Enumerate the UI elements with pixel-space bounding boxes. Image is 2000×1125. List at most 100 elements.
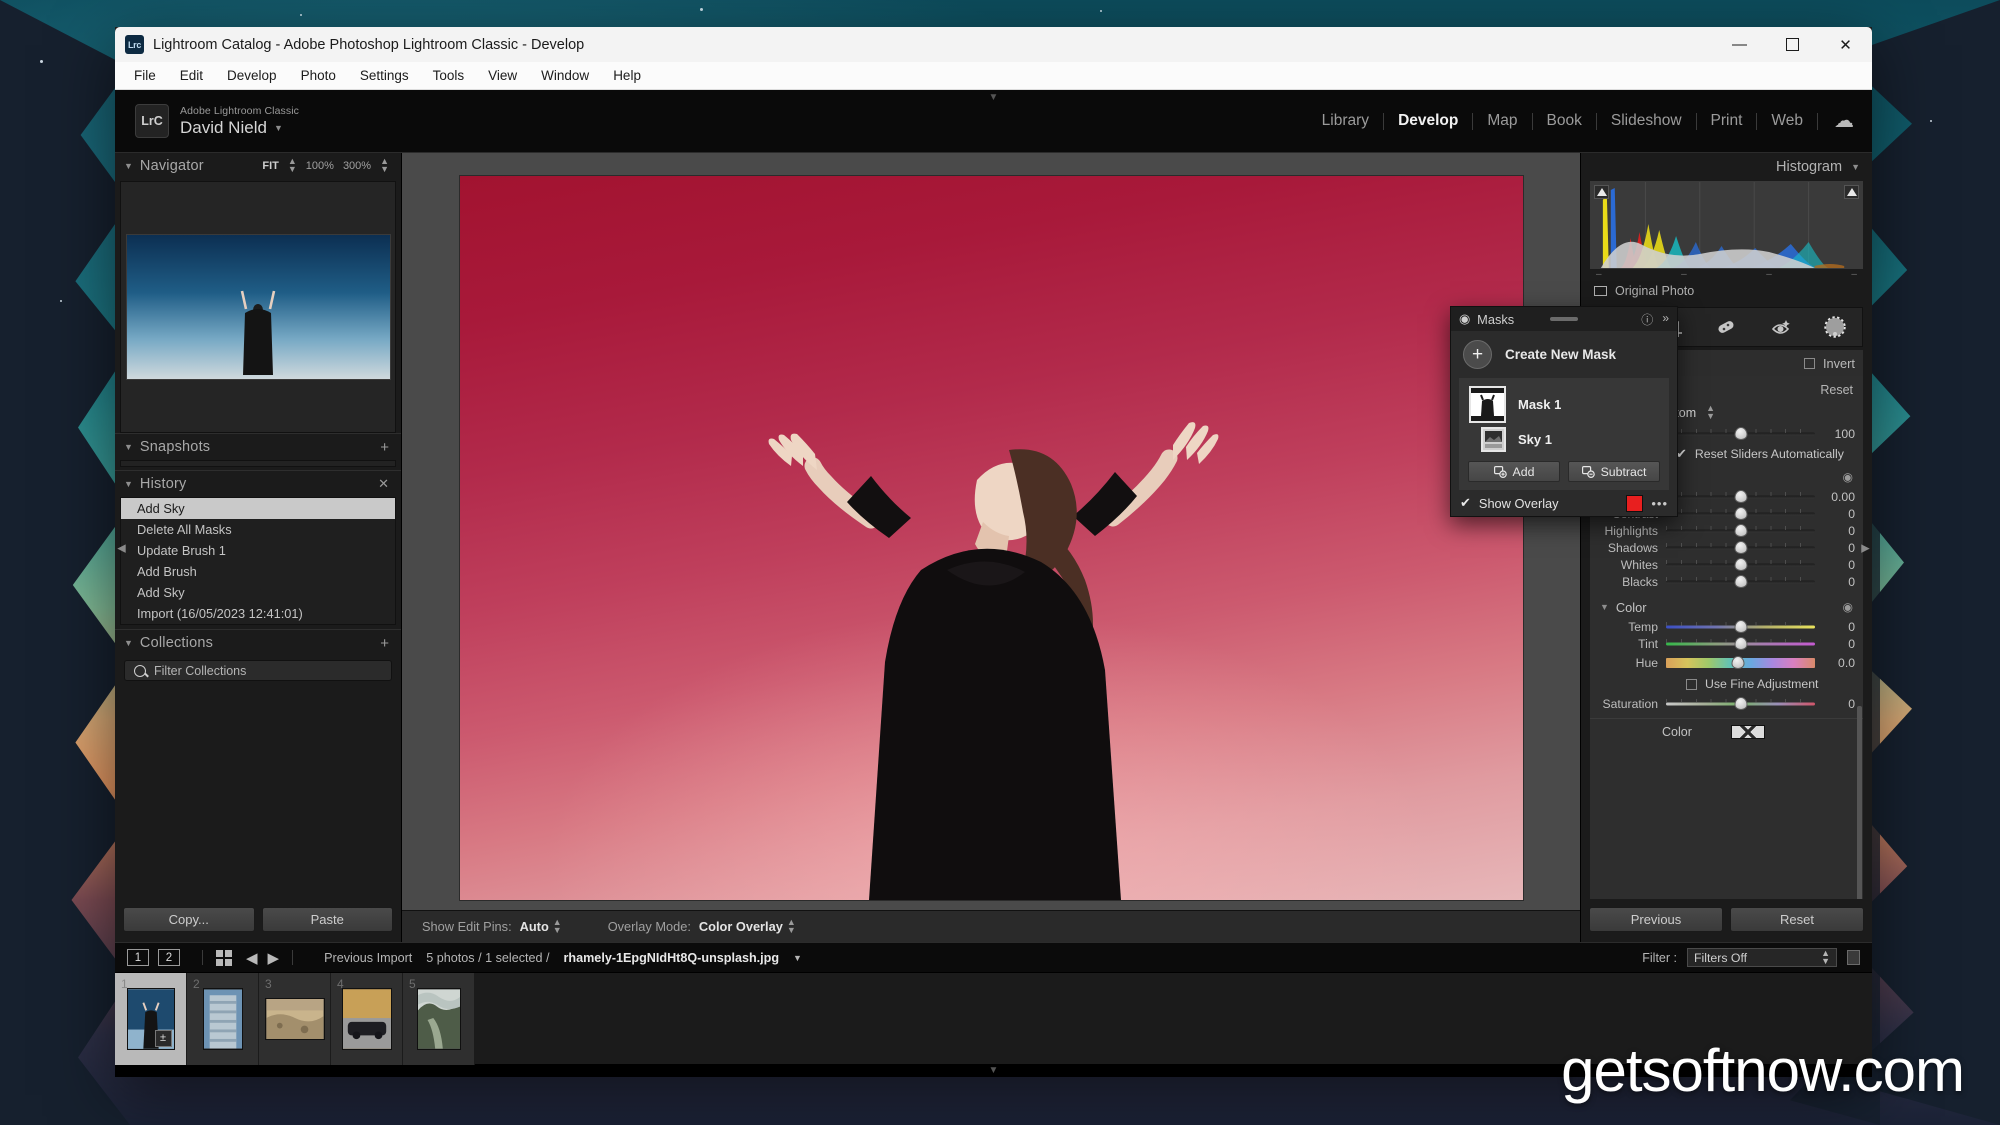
tool-red-eye[interactable] [1760, 308, 1802, 346]
use-fine-adjustment-checkbox[interactable] [1686, 678, 1697, 690]
module-map[interactable]: Map [1473, 112, 1531, 130]
slider-track[interactable] [1666, 697, 1815, 710]
grid-view-icon[interactable] [216, 949, 232, 966]
slider-track[interactable] [1666, 541, 1815, 554]
slider-track[interactable] [1666, 490, 1815, 503]
masks-floating-panel[interactable]: ◉ Masks ⓘ » + Create New Mask Mask 1 Sky… [1450, 306, 1678, 517]
filter-stepper-icon[interactable]: ▲ ▼ [1821, 948, 1830, 965]
chevron-down-icon[interactable]: ▼ [274, 123, 283, 133]
color-section-header[interactable]: ▼ Color ◉ [1590, 596, 1863, 618]
menu-view[interactable]: View [477, 65, 528, 86]
photo-preview[interactable] [458, 174, 1524, 901]
slider-knob[interactable] [1734, 507, 1747, 520]
collapse-triangle-icon[interactable]: ▼ [124, 442, 133, 452]
add-collection-button[interactable]: + [380, 635, 389, 652]
filmstrip-toggle-icon[interactable] [1847, 950, 1860, 965]
slider-track[interactable] [1666, 427, 1815, 440]
history-header[interactable]: ▼ History ✕ [115, 471, 401, 497]
mask-add-button[interactable]: Add [1468, 461, 1560, 482]
slider-tint[interactable]: Tint 0 [1590, 635, 1863, 652]
slider-knob[interactable] [1734, 697, 1747, 710]
navigator-preview[interactable] [120, 181, 396, 433]
snapshots-header[interactable]: ▼ Snapshots + [115, 434, 401, 460]
use-fine-adjustment-row[interactable]: Use Fine Adjustment [1590, 673, 1863, 695]
filmstrip-thumb[interactable]: 3 [259, 972, 331, 1065]
slider-track[interactable] [1666, 656, 1815, 669]
screen-2-button[interactable]: 2 [158, 949, 180, 966]
slider-hue[interactable]: Hue 0.0 [1590, 652, 1863, 673]
masks-panel-header[interactable]: ◉ Masks ⓘ » [1451, 307, 1677, 331]
histogram-header[interactable]: Histogram ▼ [1581, 153, 1872, 181]
history-item[interactable]: Add Brush [121, 561, 395, 582]
show-overlay-row[interactable]: ✔ Show Overlay ••• [1451, 490, 1677, 516]
slider-knob[interactable] [1734, 575, 1747, 588]
navigator-fit[interactable]: FIT [262, 160, 279, 172]
slider-saturation[interactable]: Saturation 0 [1590, 695, 1863, 712]
history-item[interactable]: Delete All Masks [121, 519, 395, 540]
top-panel-collapse-arrow[interactable]: ▼ [989, 93, 999, 103]
masks-info-icon[interactable]: ⓘ [1641, 311, 1653, 328]
invert-checkbox[interactable] [1803, 357, 1815, 369]
slider-track[interactable] [1666, 620, 1815, 633]
identity-plate[interactable]: LrC Adobe Lightroom Classic David Nield ▼ [135, 104, 299, 138]
shadow-clipping-indicator[interactable] [1594, 185, 1609, 199]
highlight-clipping-indicator[interactable] [1844, 185, 1859, 199]
slider-knob[interactable] [1734, 620, 1747, 633]
navigator-header[interactable]: ▼ Navigator FIT ▲ ▼ 100% 300% ▲ ▼ [115, 153, 401, 179]
reset-button[interactable]: Reset [1730, 907, 1864, 932]
tool-healing[interactable] [1705, 308, 1747, 346]
forward-arrow-icon[interactable]: ▶ [268, 949, 280, 967]
screen-1-button[interactable]: 1 [127, 949, 149, 966]
invert-label[interactable]: Invert [1823, 356, 1855, 371]
menu-file[interactable]: File [123, 65, 167, 86]
navigator-zoom-100[interactable]: 100% [306, 160, 334, 172]
overlay-mode-value[interactable]: Color Overlay [699, 919, 783, 934]
color-swatch[interactable] [1731, 724, 1765, 739]
menu-settings[interactable]: Settings [349, 65, 420, 86]
module-print[interactable]: Print [1697, 112, 1757, 130]
close-button[interactable]: ✕ [1819, 27, 1872, 62]
slider-track[interactable] [1666, 507, 1815, 520]
filmstrip-thumb[interactable]: 4 [331, 972, 403, 1065]
menu-help[interactable]: Help [602, 65, 652, 86]
copy-button[interactable]: Copy... [123, 907, 255, 932]
history-item[interactable]: Add Sky [121, 582, 395, 603]
mask-reset-link[interactable]: Reset [1820, 383, 1853, 397]
slider-highlights[interactable]: Highlights 0 [1590, 522, 1863, 539]
collections-header[interactable]: ▼ Collections + [115, 630, 401, 656]
collapse-triangle-icon[interactable]: ▼ [1600, 602, 1609, 612]
show-edit-pins-stepper-icon[interactable]: ▲ ▼ [553, 917, 562, 934]
maximize-button[interactable] [1766, 27, 1819, 62]
menu-tools[interactable]: Tools [422, 65, 476, 86]
history-item[interactable]: Import (16/05/2023 12:41:01) [121, 603, 395, 624]
slider-shadows[interactable]: Shadows 0 [1590, 539, 1863, 556]
menu-photo[interactable]: Photo [290, 65, 347, 86]
history-item[interactable]: Update Brush 1 [121, 540, 395, 561]
filmstrip-thumb[interactable]: 1 ± [115, 972, 187, 1065]
filmstrip-thumb[interactable]: 2 [187, 972, 259, 1065]
filter-collections-input[interactable]: Filter Collections [124, 660, 392, 681]
slider-blacks[interactable]: Blacks 0 [1590, 573, 1863, 590]
checkmark-icon[interactable]: ✔ [1460, 495, 1471, 511]
tool-masking[interactable] [1814, 308, 1856, 346]
collapse-triangle-icon[interactable]: ▼ [124, 638, 133, 648]
color-swatch-row[interactable]: Color [1590, 718, 1863, 744]
navigator-fit-stepper-icon[interactable]: ▲ ▼ [288, 157, 297, 174]
menu-edit[interactable]: Edit [169, 65, 214, 86]
show-edit-pins-value[interactable]: Auto [520, 919, 549, 934]
slider-knob[interactable] [1731, 656, 1745, 669]
slider-knob[interactable] [1734, 558, 1747, 571]
paste-button[interactable]: Paste [261, 907, 393, 932]
history-item[interactable]: Add Sky [121, 498, 395, 519]
previous-button[interactable]: Previous [1589, 907, 1723, 932]
slider-whites[interactable]: Whites 0 [1590, 556, 1863, 573]
filmstrip-caret-icon[interactable]: ▼ [793, 953, 802, 963]
color-visibility-icon[interactable]: ◉ [1843, 600, 1853, 614]
right-panel-collapse-arrow[interactable]: ▶ [1859, 541, 1872, 554]
overlay-color-swatch[interactable] [1626, 494, 1644, 512]
menu-window[interactable]: Window [530, 65, 600, 86]
drag-handle[interactable] [1550, 317, 1578, 321]
overlay-mode-stepper-icon[interactable]: ▲ ▼ [787, 917, 796, 934]
preset-stepper-icon[interactable]: ▲ ▼ [1706, 404, 1715, 421]
back-arrow-icon[interactable]: ◀ [246, 949, 258, 967]
